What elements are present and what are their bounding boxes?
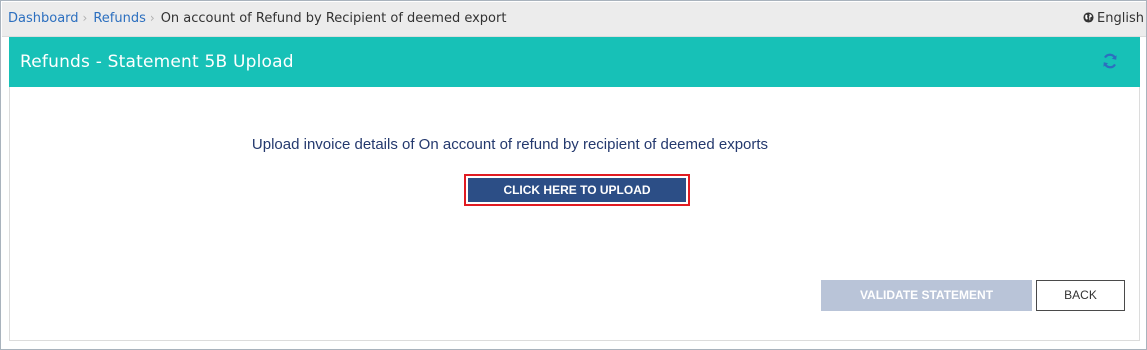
back-button[interactable]: BACK <box>1036 280 1125 311</box>
breadcrumb-separator: › <box>149 11 155 25</box>
breadcrumb-refunds-link[interactable]: Refunds <box>93 11 146 26</box>
page-frame: Dashboard › Refunds › On account of Refund b… <box>0 0 1147 350</box>
upload-panel: Upload invoice details of On account of … <box>9 87 1140 341</box>
refresh-icon[interactable] <box>1102 53 1118 69</box>
upload-button[interactable]: CLICK HERE TO UPLOAD <box>468 178 686 202</box>
breadcrumb-bar: Dashboard › Refunds › On account of Refund b… <box>2 2 1146 37</box>
breadcrumb-separator: › <box>82 11 88 25</box>
breadcrumb-current: On account of Refund by Recipient of dee… <box>160 11 507 26</box>
breadcrumb: Dashboard › Refunds › On account of Refund b… <box>8 11 506 26</box>
validate-statement-button[interactable]: VALIDATE STATEMENT <box>821 280 1032 311</box>
upload-instruction: Upload invoice details of On account of … <box>251 136 769 153</box>
page-title: Refunds - Statement 5B Upload <box>20 52 294 72</box>
page-header: Refunds - Statement 5B Upload <box>9 37 1140 87</box>
globe-icon <box>1083 12 1094 23</box>
breadcrumb-dashboard-link[interactable]: Dashboard <box>8 11 79 26</box>
language-label: English <box>1097 11 1144 26</box>
language-selector[interactable]: English <box>1083 11 1144 26</box>
